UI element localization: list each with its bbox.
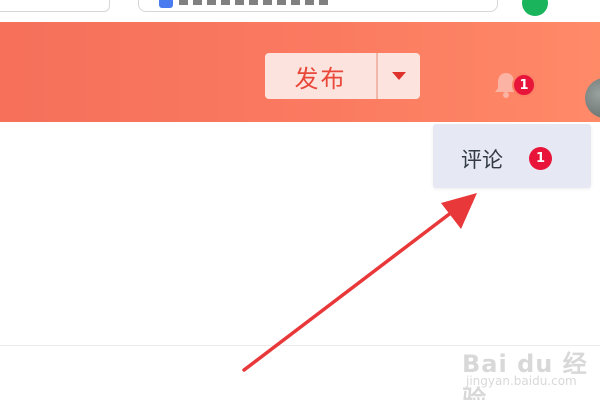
watermark-brand: Bai du 经验 bbox=[462, 350, 588, 400]
watermark-site: jingyan.baidu.com bbox=[466, 374, 577, 388]
watermark: Bai du 经验 jingyan.baidu.com bbox=[462, 334, 600, 400]
page: 发布 1 评论 1 Bai du 经验 jingyan.baidu.com bbox=[0, 0, 600, 400]
